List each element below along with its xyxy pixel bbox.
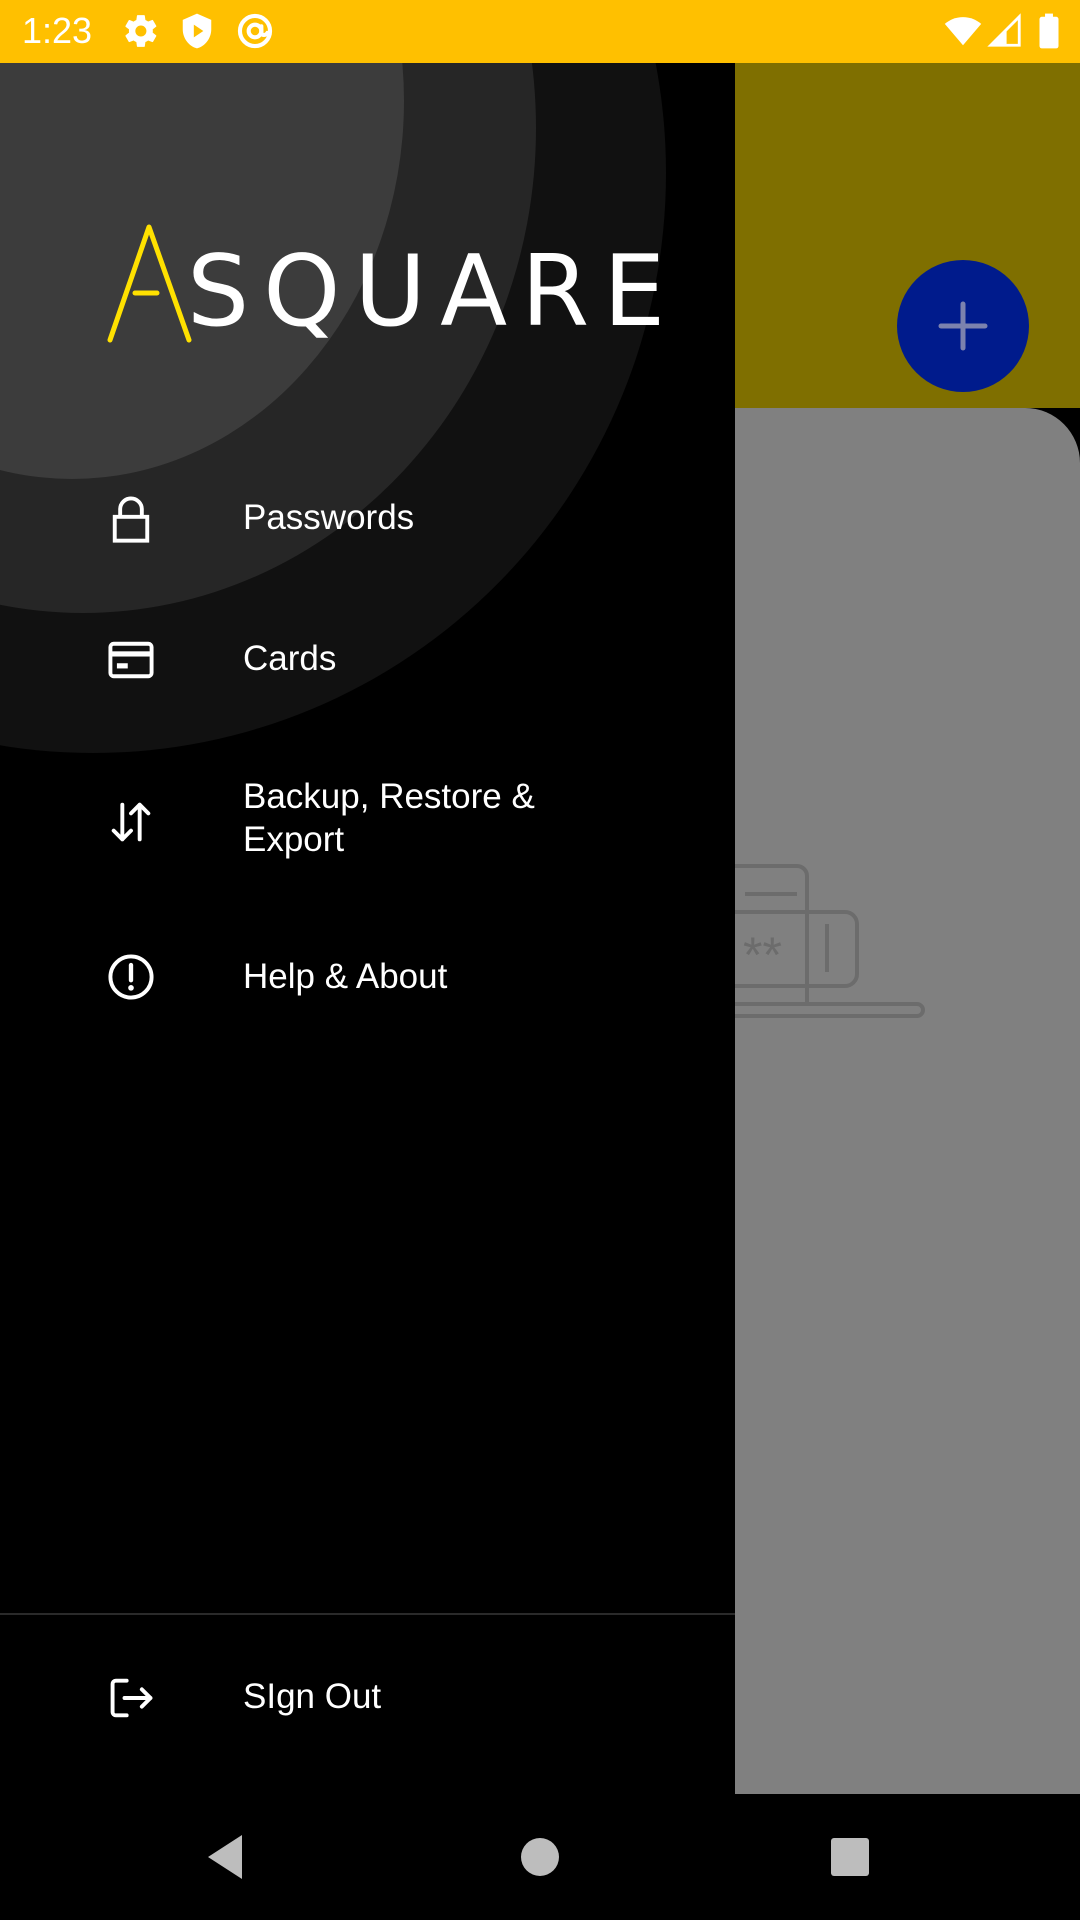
logout-icon xyxy=(105,1672,157,1724)
recents-icon[interactable] xyxy=(820,1827,880,1887)
app-logo: SQUARE xyxy=(105,208,665,343)
info-circle-icon xyxy=(105,951,157,1003)
status-bar: 1:23 xyxy=(0,0,1080,63)
logo-accent-letter xyxy=(107,224,192,343)
credit-card-icon xyxy=(105,634,157,686)
at-sign-icon xyxy=(236,12,274,50)
menu-item-help-about[interactable]: Help & About xyxy=(0,915,735,1040)
menu-item-backup-restore-export-label: Backup, Restore & Export xyxy=(243,777,535,859)
swap-vertical-icon xyxy=(105,796,157,848)
logo-text: SQUARE xyxy=(187,235,680,349)
cellular-icon xyxy=(986,12,1024,50)
status-time: 1:23 xyxy=(22,10,93,51)
home-icon[interactable] xyxy=(510,1827,570,1887)
sign-out-button[interactable]: SIgn Out xyxy=(0,1635,735,1760)
plus-icon xyxy=(938,301,988,351)
lock-icon xyxy=(105,493,157,545)
sign-out-label: SIgn Out xyxy=(243,1677,382,1716)
empty-state-illustration: ** xyxy=(735,854,1080,1034)
menu-item-cards[interactable]: Cards xyxy=(0,605,735,715)
menu-item-cards-label: Cards xyxy=(243,639,337,678)
gear-icon xyxy=(122,12,160,50)
add-fab-button[interactable] xyxy=(897,260,1029,392)
illustration-masked-text: ** xyxy=(743,927,782,983)
background-app-content xyxy=(735,408,1080,1794)
system-nav-bar xyxy=(0,1794,1080,1920)
drawer-divider xyxy=(0,1613,735,1615)
shield-icon xyxy=(178,12,216,50)
navigation-drawer: SQUARE Passwords Cards Backup, Restore &… xyxy=(0,63,735,1794)
back-icon[interactable] xyxy=(196,1827,256,1887)
battery-icon xyxy=(1032,12,1066,50)
wifi-icon xyxy=(940,12,986,50)
menu-item-passwords-label: Passwords xyxy=(243,498,415,537)
menu-item-backup-restore-export[interactable]: Backup, Restore & Export xyxy=(0,751,735,891)
menu-item-help-about-label: Help & About xyxy=(243,957,448,996)
menu-item-passwords[interactable]: Passwords xyxy=(0,465,735,575)
